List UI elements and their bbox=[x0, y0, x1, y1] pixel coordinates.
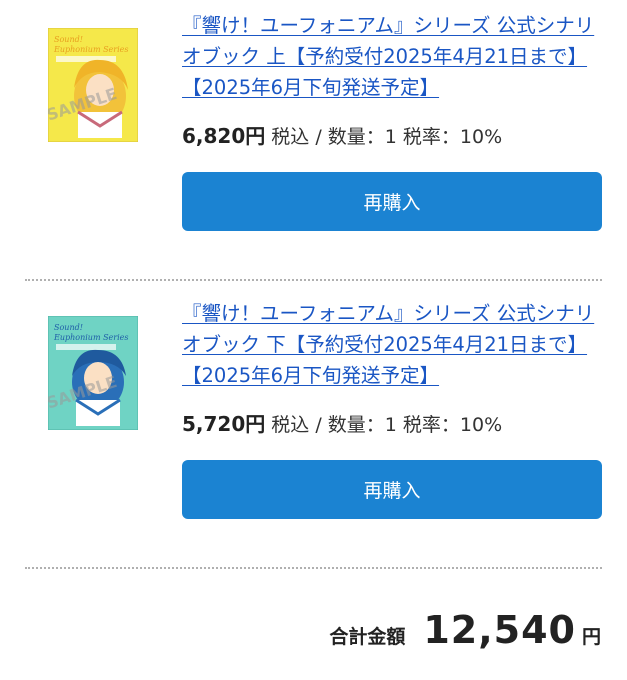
price-row: 5,720円 税込 / 数量：1 税率：10% bbox=[182, 408, 502, 437]
svg-text:Sound!: Sound! bbox=[54, 323, 83, 332]
price: 5,720円 bbox=[182, 412, 266, 436]
product-thumbnail[interactable]: Sound! Euphonium Series SAMPLE bbox=[44, 315, 139, 431]
price-row: 6,820円 税込 / 数量：1 税率：10% bbox=[182, 120, 502, 149]
price-details: 税込 / 数量：1 税率：10% bbox=[265, 414, 503, 436]
svg-text:Euphonium Series: Euphonium Series bbox=[53, 45, 129, 54]
rebuy-button[interactable]: 再購入 bbox=[182, 460, 602, 519]
rebuy-button[interactable]: 再購入 bbox=[182, 172, 602, 231]
book-cover-image: Sound! Euphonium Series SAMPLE bbox=[44, 27, 139, 143]
total-label: 合計金額 bbox=[329, 626, 406, 648]
price: 6,820円 bbox=[182, 124, 266, 148]
price-details: 税込 / 数量：1 税率：10% bbox=[265, 126, 503, 148]
product-thumbnail[interactable]: Sound! Euphonium Series SAMPLE bbox=[44, 27, 139, 143]
total-unit: 円 bbox=[581, 626, 601, 648]
svg-text:Euphonium Series: Euphonium Series bbox=[53, 333, 129, 342]
product-title-link[interactable]: 『響け！ユーフォニアム』シリーズ 公式シナリオブック 下【予約受付2025年4月… bbox=[182, 298, 600, 391]
product-title-link[interactable]: 『響け！ユーフォニアム』シリーズ 公式シナリオブック 上【予約受付2025年4月… bbox=[182, 10, 600, 103]
divider bbox=[25, 567, 602, 569]
total-amount: 12,540 bbox=[423, 608, 576, 652]
order-total: 合計金額 12,540 円 bbox=[329, 608, 601, 652]
svg-text:Sound!: Sound! bbox=[54, 35, 83, 44]
book-cover-image: Sound! Euphonium Series SAMPLE bbox=[44, 315, 139, 431]
divider bbox=[25, 279, 602, 281]
